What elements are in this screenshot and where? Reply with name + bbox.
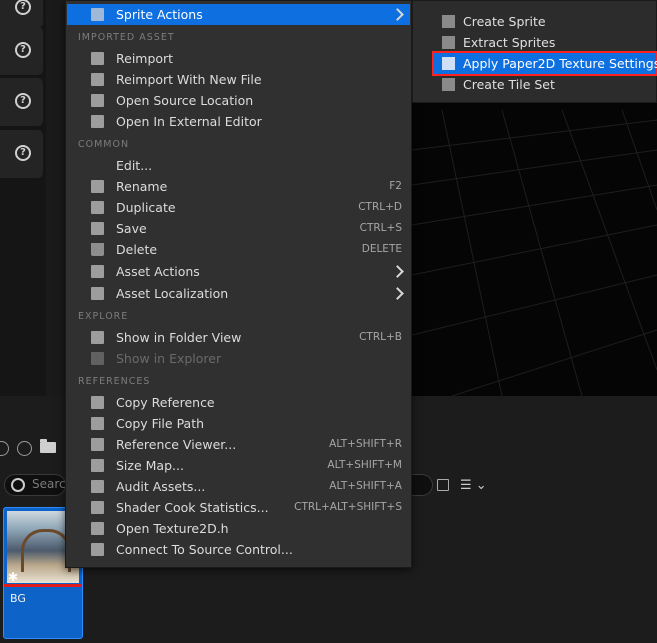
search-input[interactable]: Searc [4,474,66,496]
help-button[interactable]: ? [0,27,43,75]
filter-icon[interactable]: ☰ ⌄ [460,478,487,493]
submenu-item-create-tile-set[interactable]: Create Tile Set [434,74,656,95]
chevron-right-icon [391,265,404,278]
menu-item-delete[interactable]: Delete DELETE [67,239,410,260]
context-menu: Sprite Actions IMPORTED ASSET Reimport R… [65,0,412,568]
shortcut: CTRL+B [359,331,402,343]
menu-item-asset-localization[interactable]: Asset Localization [67,283,410,304]
shortcut: DELETE [361,243,402,255]
sprite-icon [442,15,455,28]
section-header-explore: EXPLORE [78,311,129,322]
cpp-header-icon [91,522,104,535]
search-input-end[interactable] [412,474,433,496]
folder-icon[interactable] [40,439,56,453]
menu-item-rename[interactable]: Rename F2 [67,176,410,197]
menu-item-copy-file-path[interactable]: Copy File Path [67,413,410,434]
menu-item-reimport[interactable]: Reimport [67,48,410,69]
flag-icon [91,287,104,300]
trash-icon [91,243,104,256]
help-icon: ? [15,42,31,58]
search-placeholder: Searc [32,477,66,491]
reference-viewer-icon [91,438,104,451]
help-icon: ? [15,93,31,109]
folder-open-icon [91,94,104,107]
shortcut: ALT+SHIFT+M [327,459,402,471]
menu-item-save[interactable]: Save CTRL+S [67,218,410,239]
sprite-actions-submenu: Create Sprite Extract Sprites Apply Pape… [412,0,657,103]
sprite-actions-icon [91,8,104,21]
submenu-item-extract-sprites[interactable]: Extract Sprites [434,32,656,53]
menu-item-edit[interactable]: Edit... [67,155,410,176]
extract-sprites-icon [442,36,455,49]
menu-item-connect-source-control[interactable]: Connect To Source Control... [67,539,410,560]
edit-icon [91,159,104,172]
help-button[interactable]: ? [0,0,43,28]
wrench-icon [91,265,104,278]
rename-icon [91,180,104,193]
tile-set-icon [442,78,455,91]
help-icon: ? [15,0,31,15]
menu-item-sprite-actions[interactable]: Sprite Actions [67,4,410,25]
menu-item-reimport-new-file[interactable]: Reimport With New File [67,69,410,90]
audit-icon [91,480,104,493]
help-button[interactable]: ? [0,130,43,178]
menu-item-duplicate[interactable]: Duplicate CTRL+D [67,197,410,218]
duplicate-icon [91,201,104,214]
help-button[interactable]: ? [0,78,43,126]
menu-item-asset-actions[interactable]: Asset Actions [67,261,410,282]
submenu-item-apply-paper2d-settings[interactable]: Apply Paper2D Texture Settings [432,51,657,76]
menu-item-open-source-location[interactable]: Open Source Location [67,90,410,111]
section-header-common: COMMON [78,139,130,150]
submenu-item-create-sprite[interactable]: Create Sprite [434,11,656,32]
menu-item-open-external-editor[interactable]: Open In External Editor [67,111,410,132]
shortcut: F2 [389,180,402,192]
shortcut: CTRL+D [358,201,402,213]
forward-icon[interactable] [17,441,32,456]
reimport-icon [91,52,104,65]
menu-item-shader-cook-statistics[interactable]: Shader Cook Statistics... CTRL+ALT+SHIFT… [67,497,410,518]
reimport-new-file-icon [91,73,104,86]
shader-stats-icon [91,501,104,514]
copy-path-icon [91,417,104,430]
menu-item-reference-viewer[interactable]: Reference Viewer... ALT+SHIFT+R [67,434,410,455]
help-icon: ? [15,145,31,161]
external-editor-icon [91,115,104,128]
section-header-imported-asset: IMPORTED ASSET [78,32,175,43]
save-search-icon[interactable] [437,479,449,491]
source-control-icon [91,543,104,556]
menu-item-show-folder-view[interactable]: Show in Folder View CTRL+B [67,327,410,348]
menu-item-audit-assets[interactable]: Audit Assets... ALT+SHIFT+A [67,476,410,497]
menu-item-open-texture2d-h[interactable]: Open Texture2D.h [67,518,410,539]
shortcut: CTRL+ALT+SHIFT+S [294,501,402,513]
shortcut: CTRL+S [359,222,402,234]
asset-modified-icon: ✱ [8,570,19,584]
asset-name: BG [10,592,26,605]
search-icon [11,478,25,492]
copy-reference-icon [91,396,104,409]
section-header-references: REFERENCES [78,376,151,387]
shortcut: ALT+SHIFT+R [329,438,402,450]
chevron-right-icon [391,287,404,300]
shortcut: ALT+SHIFT+A [329,480,402,492]
paper2d-settings-icon [442,57,455,70]
menu-item-size-map[interactable]: Size Map... ALT+SHIFT+M [67,455,410,476]
save-icon [91,222,104,235]
asset-type-bar [4,584,82,587]
menu-item-copy-reference[interactable]: Copy Reference [67,392,410,413]
menu-item-show-in-explorer[interactable]: Show in Explorer [67,348,410,369]
size-map-icon [91,459,104,472]
folder-view-icon [91,331,104,344]
chevron-right-icon [391,8,404,21]
explorer-icon [91,352,104,365]
